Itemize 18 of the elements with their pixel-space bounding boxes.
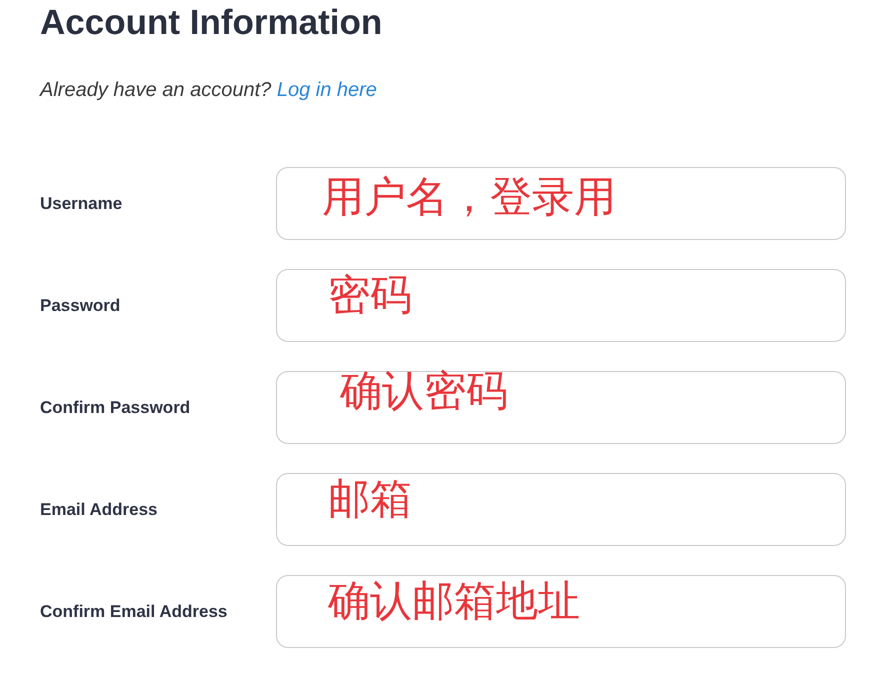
field-label: Confirm Email Address (40, 602, 228, 622)
annotation-text: 邮箱 (328, 473, 412, 525)
input-field[interactable] (276, 371, 846, 444)
input-field[interactable] (276, 269, 846, 342)
login-link[interactable]: Log in here (276, 79, 377, 101)
login-prompt: Already have an account? (40, 79, 272, 101)
input-field[interactable] (276, 473, 846, 546)
field-label: Email Address (40, 500, 158, 520)
field-label: Confirm Password (40, 398, 192, 418)
annotation-text: 密码 (328, 269, 412, 321)
input-field[interactable] (276, 575, 846, 648)
field-label: Username (40, 194, 124, 214)
annotation-text: 用户名，登录用 (322, 171, 616, 223)
field-label: Password (40, 296, 122, 316)
page-title: Account Information (40, 2, 384, 44)
annotation-text: 确认邮箱地址 (328, 575, 580, 627)
input-field[interactable] (276, 167, 846, 240)
annotation-text: 确认密码 (340, 365, 508, 417)
